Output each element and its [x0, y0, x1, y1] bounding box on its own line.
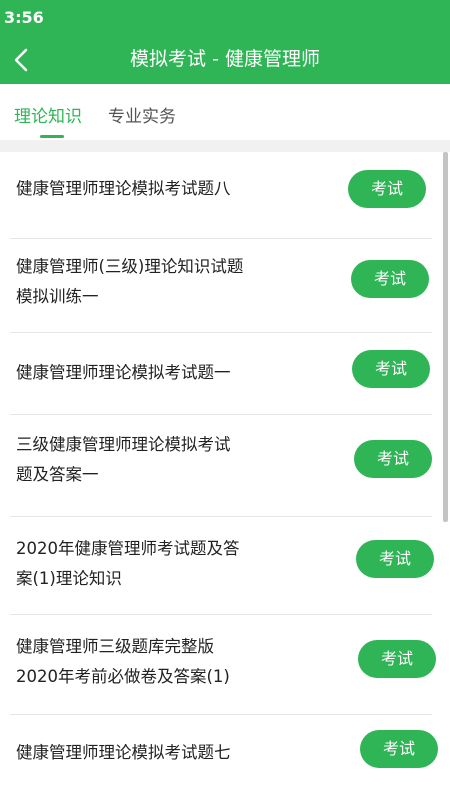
exam-title-line: 案(1)理论知识	[16, 569, 122, 588]
exam-title-line: 三级健康管理师理论模拟考试	[16, 435, 231, 454]
exam-title: 健康管理师(三级)理论知识试题 模拟训练一	[16, 252, 316, 312]
section-divider	[0, 140, 450, 152]
scrollbar[interactable]	[443, 152, 448, 522]
row-divider	[10, 516, 432, 517]
exam-button[interactable]: 考试	[354, 440, 432, 478]
exam-button[interactable]: 考试	[358, 640, 436, 678]
exam-list: 健康管理师理论模拟考试题八 考试 健康管理师(三级)理论知识试题 模拟训练一 考…	[0, 152, 450, 800]
exam-title: 健康管理师理论模拟考试题八	[16, 174, 316, 204]
app-header: 3:56 模拟考试 - 健康管理师	[0, 0, 450, 84]
exam-title-line: 2020年健康管理师考试题及答	[16, 539, 240, 558]
exam-title: 2020年健康管理师考试题及答 案(1)理论知识	[16, 534, 316, 594]
exam-button[interactable]: 考试	[356, 540, 434, 578]
exam-button[interactable]: 考试	[352, 350, 430, 388]
exam-title-line: 健康管理师(三级)理论知识试题	[16, 257, 244, 276]
exam-title: 三级健康管理师理论模拟考试 题及答案一	[16, 430, 316, 490]
exam-title-line: 模拟训练一	[16, 287, 99, 306]
tab-indicator	[40, 135, 64, 138]
tab-practice[interactable]: 专业实务	[108, 102, 176, 127]
exam-title: 健康管理师三级题库完整版 2020年考前必做卷及答案(1)	[16, 632, 316, 692]
exam-title-line: 题及答案一	[16, 465, 99, 484]
row-divider	[10, 614, 432, 615]
exam-title-line: 健康管理师三级题库完整版	[16, 637, 214, 656]
status-time: 3:56	[4, 8, 44, 27]
row-divider	[10, 414, 432, 415]
row-divider	[10, 332, 432, 333]
exam-button[interactable]: 考试	[360, 730, 438, 768]
exam-title-line: 健康管理师理论模拟考试题七	[16, 743, 231, 762]
exam-title: 健康管理师理论模拟考试题七	[16, 738, 316, 768]
exam-title-line: 2020年考前必做卷及答案(1)	[16, 667, 230, 686]
row-divider	[10, 714, 432, 715]
exam-button[interactable]: 考试	[348, 170, 426, 208]
tab-bar: 理论知识 专业实务	[0, 84, 450, 136]
exam-title-line: 健康管理师理论模拟考试题一	[16, 363, 231, 382]
row-divider	[10, 238, 432, 239]
exam-button[interactable]: 考试	[351, 260, 429, 298]
exam-title-line: 健康管理师理论模拟考试题八	[16, 179, 231, 198]
page-title: 模拟考试 - 健康管理师	[130, 48, 320, 70]
exam-title: 健康管理师理论模拟考试题一	[16, 358, 316, 388]
tab-theory[interactable]: 理论知识	[14, 102, 82, 127]
